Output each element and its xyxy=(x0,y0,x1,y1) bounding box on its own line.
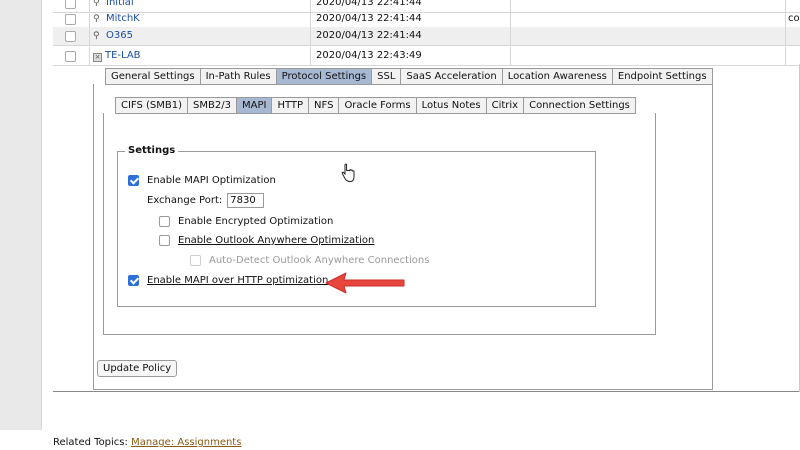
left-gutter xyxy=(0,0,42,430)
subtab-cifs-smb1[interactable]: CIFS (SMB1) xyxy=(115,97,189,114)
magnifier-icon[interactable]: ⚲ xyxy=(93,27,103,45)
row-select-checkbox[interactable] xyxy=(65,31,76,42)
tab-ssl[interactable]: SSL xyxy=(372,68,402,85)
row-select-checkbox[interactable] xyxy=(65,51,76,62)
red-arrow-annotation xyxy=(325,272,405,294)
mapi-http-checkbox[interactable] xyxy=(128,275,139,286)
outlook-anywhere-checkbox[interactable] xyxy=(159,235,170,246)
related-topics-label: Related Topics: xyxy=(53,437,128,448)
encrypted-optimization-checkbox[interactable] xyxy=(159,216,170,227)
table-row: ⚲ O365 2020/04/13 22:41:44 xyxy=(53,27,800,46)
mapi-http-option[interactable]: Enable MAPI over HTTP optimization xyxy=(128,275,328,286)
tab-protocol-settings[interactable]: Protocol Settings xyxy=(276,68,373,85)
close-box-icon[interactable]: × xyxy=(93,53,102,62)
subtab-http[interactable]: HTTP xyxy=(272,97,310,114)
outlook-anywhere-option[interactable]: Enable Outlook Anywhere Optimization xyxy=(159,235,374,246)
magnifier-icon[interactable]: ⚲ xyxy=(93,10,103,28)
modified-date-cell: 2020/04/13 22:41:44 xyxy=(311,27,511,46)
auto-detect-label: Auto-Detect Outlook Anywhere Connections xyxy=(209,255,430,266)
subtab-nfs[interactable]: NFS xyxy=(309,97,340,114)
update-policy-button[interactable]: Update Policy xyxy=(97,360,178,377)
hand-cursor-icon xyxy=(341,163,355,183)
extra-cell xyxy=(511,27,786,46)
related-topics: Related Topics: Manage: Assignments xyxy=(53,437,241,448)
policy-name-link[interactable]: TE-LAB xyxy=(105,50,141,61)
policy-name-link[interactable]: Initial xyxy=(106,0,134,8)
encrypted-optimization-label: Enable Encrypted Optimization xyxy=(178,216,334,227)
subtab-lotus-notes[interactable]: Lotus Notes xyxy=(416,97,487,114)
subtab-citrix[interactable]: Citrix xyxy=(486,97,525,114)
tab-saas-acceleration[interactable]: SaaS Acceleration xyxy=(401,68,503,85)
row-select-checkbox[interactable] xyxy=(65,0,76,9)
manage-assignments-link[interactable]: Manage: Assignments xyxy=(131,437,241,448)
auto-detect-option: Auto-Detect Outlook Anywhere Connections xyxy=(190,255,429,266)
settings-legend: Settings xyxy=(125,145,179,156)
enable-mapi-label: Enable MAPI Optimization xyxy=(147,175,276,186)
outlook-anywhere-label: Enable Outlook Anywhere Optimization xyxy=(178,235,375,246)
outer-tab-bar: General Settings In-Path Rules Protocol Se… xyxy=(105,68,713,85)
row-select-cell xyxy=(53,27,90,46)
subtab-mapi[interactable]: MAPI xyxy=(236,97,273,114)
inner-tab-bar: CIFS (SMB1) SMB2/3 MAPI HTTP NFS Oracle Forms… xyxy=(115,97,636,114)
exchange-port-label: Exchange Port: xyxy=(147,195,223,206)
row-select-checkbox[interactable] xyxy=(65,14,76,25)
auto-detect-checkbox xyxy=(190,255,201,266)
subtab-smb2-3[interactable]: SMB2/3 xyxy=(188,97,237,114)
tab-endpoint-settings[interactable]: Endpoint Settings xyxy=(612,68,713,85)
tab-location-awareness[interactable]: Location Awareness xyxy=(502,68,613,85)
trailing-cell xyxy=(786,27,800,46)
policy-name-link[interactable]: MitchK xyxy=(106,13,140,24)
subtab-oracle-forms[interactable]: Oracle Forms xyxy=(339,97,417,114)
mapi-http-label: Enable MAPI over HTTP optimization xyxy=(147,275,329,286)
encrypted-optimization-option[interactable]: Enable Encrypted Optimization xyxy=(159,216,333,227)
enable-mapi-checkbox[interactable] xyxy=(128,175,139,186)
policy-name-cell: ⚲ O365 xyxy=(90,27,311,46)
subtab-connection-settings[interactable]: Connection Settings xyxy=(524,97,636,114)
exchange-port-row: Exchange Port: xyxy=(147,193,265,208)
tab-in-path-rules[interactable]: In-Path Rules xyxy=(200,68,277,85)
enable-mapi-option[interactable]: Enable MAPI Optimization xyxy=(128,175,276,186)
policy-name-link[interactable]: O365 xyxy=(106,30,133,41)
exchange-port-input[interactable] xyxy=(227,193,265,208)
tab-general-settings[interactable]: General Settings xyxy=(105,68,201,85)
